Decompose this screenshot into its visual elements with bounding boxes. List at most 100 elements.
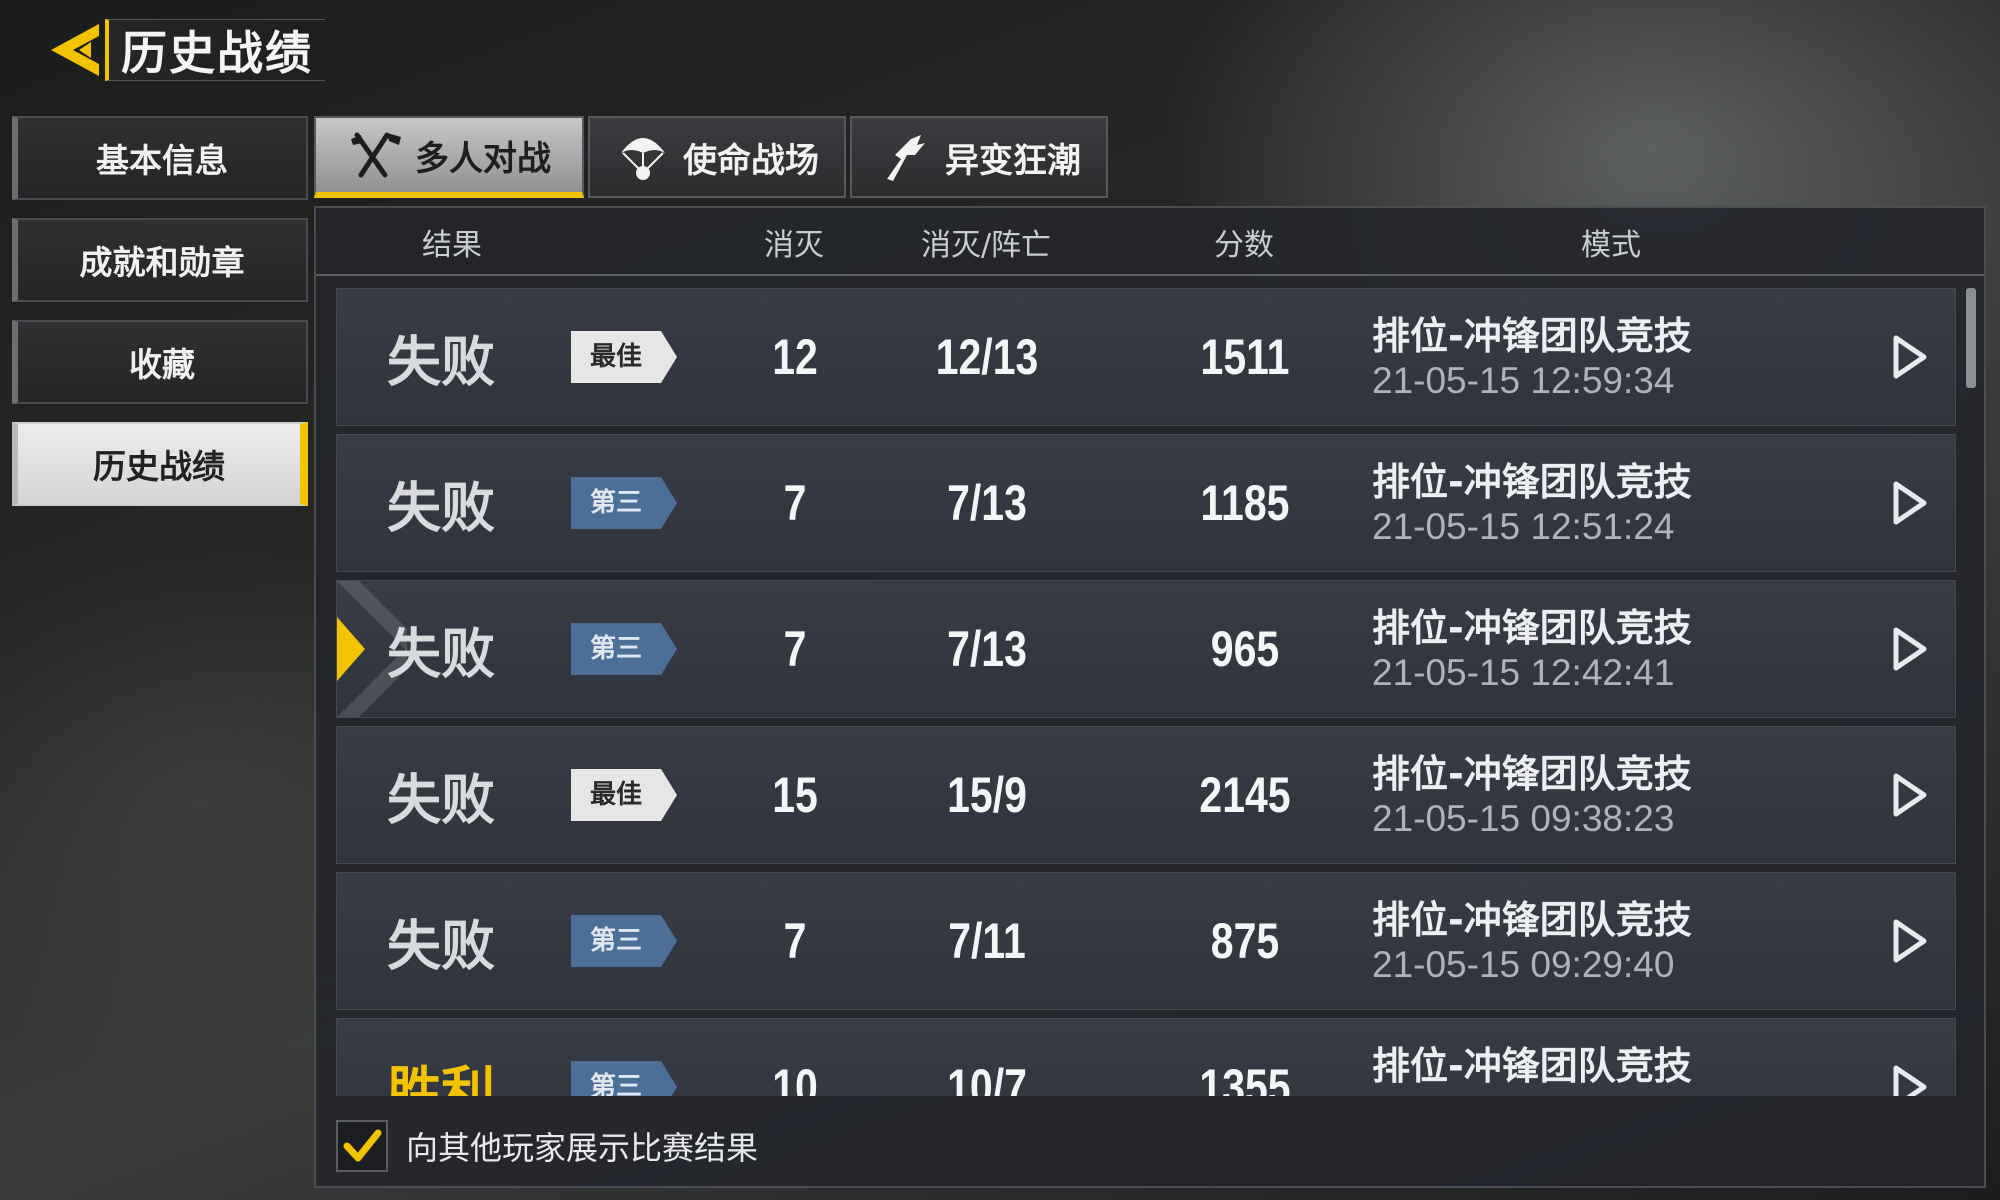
match-time: 21-05-15 12:51:24 <box>1372 506 1675 547</box>
performance-badge: 第三 <box>571 477 677 529</box>
match-time: 21-05-15 09:38:23 <box>1372 798 1675 839</box>
row-detail-arrow-icon[interactable] <box>1892 918 1928 964</box>
match-result: 失败 <box>387 914 495 978</box>
performance-badge: 第三 <box>571 915 677 967</box>
badge-label: 第三 <box>589 634 642 664</box>
match-list: 失败 最佳 12 12/13 1511 排位-冲锋团队竞技 21-05-15 1… <box>336 288 1956 1096</box>
kd-value: 12/13 <box>935 329 1039 385</box>
performance-badge: 最佳 <box>571 769 677 821</box>
mode-name: 排位-冲锋团队竞技 <box>1372 752 1692 796</box>
score-value: 875 <box>1210 913 1280 969</box>
mode-info: 排位-冲锋团队竞技 <box>1372 1043 1692 1089</box>
tab-zombie-mode[interactable]: 异变狂潮 <box>850 116 1108 198</box>
show-results-label: 向其他玩家展示比赛结果 <box>406 1129 759 1167</box>
kd-value: 10/7 <box>947 1059 1027 1096</box>
tab-label: 使命战场 <box>683 140 819 181</box>
badge-label: 最佳 <box>589 342 642 372</box>
table-row[interactable]: 胜利 第三 10 10/7 1355 排位-冲锋团队竞技 <box>336 1018 1956 1096</box>
footer: 向其他玩家展示比赛结果 <box>336 1114 758 1178</box>
table-header: 结果 消灭 消灭/阵亡 分数 模式 <box>316 208 1984 276</box>
table-row[interactable]: 失败 第三 7 7/11 875 排位-冲锋团队竞技 21-05-15 09:2… <box>336 872 1956 1010</box>
match-result: 胜利 <box>387 1060 495 1097</box>
mode-name: 排位-冲锋团队竞技 <box>1372 314 1692 358</box>
score-value: 1185 <box>1200 475 1290 531</box>
page-title: 历史战绩 <box>121 26 313 80</box>
tab-label: 异变狂潮 <box>945 140 1081 181</box>
badge-label: 第三 <box>589 926 642 956</box>
score-value: 2145 <box>1199 767 1291 823</box>
mode-tabs: 多人对战 使命战场 异变狂潮 <box>314 116 1108 198</box>
row-detail-arrow-icon[interactable] <box>1892 1064 1928 1096</box>
badge-label: 第三 <box>589 488 642 518</box>
sidebar-item-match-history[interactable]: 历史战绩 <box>12 422 308 506</box>
row-detail-arrow-icon[interactable] <box>1892 334 1928 380</box>
kills-value: 7 <box>783 475 807 531</box>
score-value: 1355 <box>1199 1059 1291 1096</box>
tab-multiplayer[interactable]: 多人对战 <box>314 116 584 198</box>
back-arrow-icon <box>51 24 99 76</box>
match-time: 21-05-15 09:29:40 <box>1372 944 1675 985</box>
table-row[interactable]: 失败 第三 7 7/13 1185 排位-冲锋团队竞技 21-05-15 12:… <box>336 434 1956 572</box>
sidebar-item-label: 历史战绩 <box>93 447 225 486</box>
kills-value: 15 <box>772 767 818 823</box>
sidebar-item-basic-info[interactable]: 基本信息 <box>12 116 308 200</box>
kills-value: 12 <box>772 329 818 385</box>
back-button[interactable] <box>45 18 105 82</box>
row-detail-arrow-icon[interactable] <box>1892 772 1928 818</box>
column-header-kills: 消灭 <box>764 228 824 263</box>
kd-value: 15/9 <box>947 767 1027 823</box>
performance-badge: 第三 <box>571 1061 677 1096</box>
kills-value: 7 <box>783 621 807 677</box>
tab-label: 多人对战 <box>415 138 551 179</box>
mode-name: 排位-冲锋团队竞技 <box>1372 898 1692 942</box>
sidebar: 基本信息 成就和勋章 收藏 历史战绩 <box>12 116 308 524</box>
column-header-score: 分数 <box>1214 228 1274 263</box>
kd-value: 7/13 <box>947 475 1027 531</box>
show-results-checkbox[interactable] <box>336 1120 388 1172</box>
mode-info: 排位-冲锋团队竞技 21-05-15 09:29:40 <box>1372 897 1692 987</box>
claw-icon <box>887 135 925 181</box>
checkmark-icon <box>343 1129 382 1162</box>
sidebar-item-collection[interactable]: 收藏 <box>12 320 308 404</box>
column-header-result: 结果 <box>422 228 482 263</box>
score-value: 965 <box>1210 621 1280 677</box>
sidebar-item-label: 收藏 <box>129 345 195 384</box>
match-time: 21-05-15 12:42:41 <box>1372 652 1675 693</box>
column-header-mode: 模式 <box>1581 228 1641 263</box>
parachute-icon <box>621 138 665 180</box>
badge-label: 第三 <box>589 1072 642 1096</box>
kd-value: 7/13 <box>947 621 1027 677</box>
column-header-kd: 消灭/阵亡 <box>920 228 1052 263</box>
mode-name: 排位-冲锋团队竞技 <box>1372 606 1692 650</box>
sidebar-item-achievements[interactable]: 成就和勋章 <box>12 218 308 302</box>
tab-battle-royale[interactable]: 使命战场 <box>588 116 846 198</box>
crossed-guns-icon <box>351 132 401 178</box>
kd-value: 7/11 <box>948 913 1026 969</box>
scrollbar[interactable] <box>1966 288 1976 388</box>
match-result: 失败 <box>387 768 495 832</box>
table-row[interactable]: 失败 最佳 12 12/13 1511 排位-冲锋团队竞技 21-05-15 1… <box>336 288 1956 426</box>
mode-info: 排位-冲锋团队竞技 21-05-15 09:38:23 <box>1372 751 1692 841</box>
mode-info: 排位-冲锋团队竞技 21-05-15 12:51:24 <box>1372 459 1692 549</box>
match-history-panel: 结果 消灭 消灭/阵亡 分数 模式 失败 最佳 12 12/13 1511 排位… <box>314 206 1986 1188</box>
row-detail-arrow-icon[interactable] <box>1892 480 1928 526</box>
match-time: 21-05-15 12:59:34 <box>1372 360 1675 401</box>
kills-value: 7 <box>783 913 807 969</box>
kills-value: 10 <box>772 1059 818 1096</box>
mode-name: 排位-冲锋团队竞技 <box>1372 460 1692 504</box>
table-row[interactable]: 失败 最佳 15 15/9 2145 排位-冲锋团队竞技 21-05-15 09… <box>336 726 1956 864</box>
match-result: 失败 <box>387 330 495 394</box>
score-value: 1511 <box>1200 329 1290 385</box>
mode-info: 排位-冲锋团队竞技 21-05-15 12:59:34 <box>1372 313 1692 403</box>
performance-badge: 第三 <box>571 623 677 675</box>
mode-info: 排位-冲锋团队竞技 21-05-15 12:42:41 <box>1372 605 1692 695</box>
performance-badge: 最佳 <box>571 331 677 383</box>
match-result: 失败 <box>387 622 495 686</box>
badge-label: 最佳 <box>589 780 642 810</box>
row-detail-arrow-icon[interactable] <box>1892 626 1928 672</box>
mode-name: 排位-冲锋团队竞技 <box>1372 1044 1692 1088</box>
table-row[interactable]: 失败 第三 7 7/13 965 排位-冲锋团队竞技 21-05-15 12:4… <box>336 580 1956 718</box>
selected-row-marker-icon <box>337 617 365 681</box>
sidebar-item-label: 基本信息 <box>96 141 228 180</box>
sidebar-item-label: 成就和勋章 <box>79 243 245 282</box>
